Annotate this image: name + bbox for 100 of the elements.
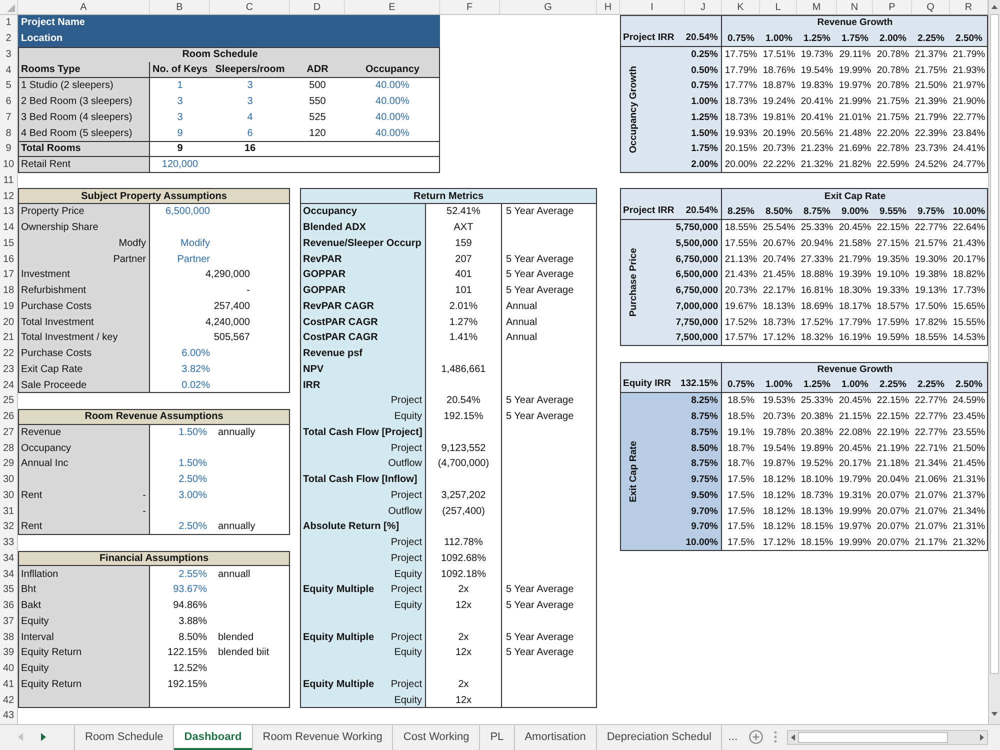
value-text: 29.11% — [839, 48, 871, 60]
value-text: 12.52% — [173, 663, 207, 674]
value-text: 27.33% — [800, 254, 834, 265]
value-text: 22.77% — [914, 426, 948, 438]
row-label: Bht — [21, 584, 36, 596]
row-label: Sale Proceede — [21, 380, 87, 391]
value-text: 17.52% — [800, 316, 834, 328]
value-text: 17.73% — [952, 285, 986, 296]
scroll-thumb[interactable] — [990, 14, 999, 674]
value-text: 17.82% — [914, 316, 948, 328]
value-text: 19.67% — [724, 300, 758, 312]
sheet-tab[interactable]: Amortisation — [514, 724, 597, 750]
value-text: 18.87% — [762, 80, 796, 92]
value-text: 21.99% — [838, 96, 872, 108]
corner-label: Project IRR — [623, 204, 674, 216]
value-text: 192.15% — [444, 411, 484, 422]
sheet-tab[interactable]: Room Revenue Working — [252, 724, 394, 750]
value-text: 24.59% — [952, 395, 986, 406]
plus-circle-icon[interactable] — [748, 730, 763, 744]
value-text: 2.55% — [178, 568, 207, 580]
vertical-dots-icon[interactable] — [774, 731, 777, 744]
value-text: 19.24% — [762, 96, 796, 108]
metric-label: IRR — [303, 380, 320, 391]
value-text: 19.54% — [762, 442, 796, 454]
down-caret-icon[interactable] — [991, 712, 998, 716]
metric-label: Blended ADX — [303, 222, 366, 234]
value-text: 3.88% — [178, 616, 207, 627]
value-text: 20.00% — [724, 159, 758, 170]
sheet-tab[interactable]: Depreciation Schedul — [596, 724, 722, 750]
value-text: 21.23% — [800, 143, 834, 154]
value-text: 17.12% — [762, 537, 796, 548]
value-text: 18.13% — [762, 300, 796, 312]
sheet-tab[interactable]: Dashboard — [174, 724, 253, 750]
vertical-scrollbar[interactable] — [988, 0, 1000, 724]
value-text: 112.78% — [444, 537, 483, 548]
row-label: 8.75% — [691, 411, 718, 422]
value-text: 20.94% — [800, 238, 834, 249]
left-caret-icon[interactable] — [790, 734, 795, 741]
row-label: Exit Cap Rate — [21, 364, 83, 375]
value-text: 21.13% — [724, 254, 758, 265]
right-caret-icon[interactable] — [980, 734, 984, 741]
value-text: 21.37% — [952, 490, 986, 501]
value-text: 22.59% — [876, 159, 910, 170]
value-text: Partner — [177, 254, 210, 265]
value-text: 1.41% — [449, 332, 478, 344]
row-label: 4 Bed Room (5 sleepers) — [21, 128, 132, 139]
value-text: 18.13% — [800, 506, 834, 517]
metric-label: Occupancy — [303, 206, 357, 218]
sheet-tab[interactable]: PL — [480, 724, 515, 750]
value-text: 6,500,000 — [166, 206, 210, 218]
value-text: 18.55% — [914, 332, 948, 344]
value-text: 20.73% — [724, 285, 758, 296]
value-text: 21.43% — [952, 238, 986, 249]
value-text: 19.39% — [838, 269, 872, 280]
value-text: 52.41% — [446, 206, 480, 218]
value-text: 19.53% — [762, 395, 796, 406]
row-label: 0.25% — [691, 48, 718, 60]
value-text: 23.45% — [952, 411, 986, 422]
value-text: 120,000 — [162, 159, 198, 170]
row-label: 7,500,000 — [676, 332, 718, 344]
value-text: 17.79% — [838, 316, 872, 328]
value-text: 9,123,552 — [441, 442, 486, 454]
value-text: 20.07% — [876, 506, 910, 517]
value-text: 18.73% — [762, 316, 796, 328]
corner-triangle-icon[interactable] — [7, 4, 15, 12]
value-text: 3 — [247, 80, 253, 92]
column-label: 8.50% — [766, 206, 792, 217]
value-text: 20.56% — [800, 128, 834, 139]
value-text: 16.81% — [800, 285, 834, 296]
corner-value: 132.15% — [680, 378, 718, 389]
value-text: 18.82% — [952, 269, 986, 280]
metric-label: Equity Multiple — [303, 584, 374, 596]
right-caret-icon[interactable] — [41, 733, 46, 742]
note-text: Annual — [506, 332, 538, 344]
value-text: 21.07% — [914, 521, 948, 532]
value-text: 18.5% — [728, 411, 754, 422]
scroll-thumb[interactable] — [798, 732, 948, 743]
row-label: Rent — [21, 490, 42, 501]
horizontal-scrollbar[interactable] — [786, 730, 988, 745]
row-label: 9.75% — [691, 474, 718, 486]
value-text: 20.07% — [876, 537, 910, 548]
value-text: 20.74% — [762, 254, 796, 265]
row-label: 8.75% — [691, 426, 718, 438]
value-text: 22.22% — [762, 159, 796, 170]
column-label: 10.00% — [952, 206, 986, 217]
row-label: Equity — [21, 663, 49, 674]
note-text: blended — [218, 632, 254, 643]
value-text: 18.69% — [800, 300, 834, 312]
metric-label: RevPAR CAGR — [303, 300, 374, 312]
value-text: 21.75% — [914, 64, 948, 76]
up-caret-icon[interactable] — [991, 5, 998, 9]
note-text: blended biit — [218, 647, 270, 658]
sheet-tab[interactable]: Cost Working — [393, 724, 480, 750]
more-tabs-button[interactable]: ... — [722, 724, 744, 750]
metric-label: Total Cash Flow [Project] — [303, 426, 422, 438]
row-label: 10.00% — [686, 537, 718, 548]
metric-sublabel: Project — [390, 537, 422, 548]
axis-title: Exit Cap Rate — [824, 190, 886, 202]
value-text: 22.78% — [876, 143, 910, 154]
value-text: 21.58% — [838, 238, 872, 249]
